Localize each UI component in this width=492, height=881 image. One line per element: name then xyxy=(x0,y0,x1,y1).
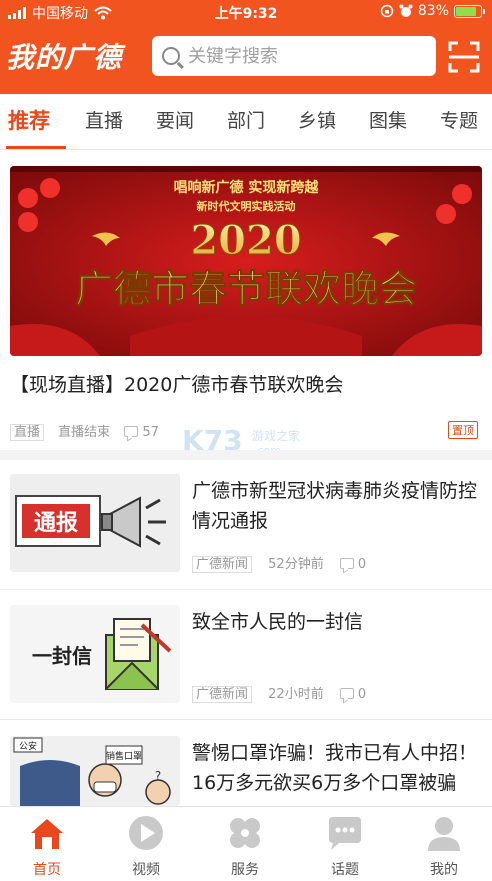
thumb-police-text: 公安 xyxy=(19,740,37,752)
svg-text:?: ? xyxy=(155,769,161,783)
tabbar-services[interactable]: 服务 xyxy=(205,813,285,879)
thumb-letter-text: 一封信 xyxy=(32,644,92,668)
tabbar-video[interactable]: 视频 xyxy=(106,813,186,879)
news-title-3[interactable]: 警惕口罩诈骗！我市已有人中招！16万多元欲买6万多个口罩被骗 xyxy=(192,738,482,806)
row-divider xyxy=(0,589,492,590)
clover-icon xyxy=(230,818,260,848)
chat-icon xyxy=(329,817,361,850)
news-thumbnail-notice[interactable]: 通报 xyxy=(10,474,180,572)
play-icon xyxy=(129,816,163,850)
tabbar-label: 服务 xyxy=(231,862,259,878)
news-comments: 0 xyxy=(357,557,367,572)
tabbar-label: 话题 xyxy=(331,862,359,878)
bottom-tab-bar: 首页 视频 服务 话题 我的 xyxy=(0,806,492,881)
active-tab-indicator xyxy=(6,146,66,149)
tabbar-label: 视频 xyxy=(132,862,160,878)
tabbar-home[interactable]: 首页 xyxy=(7,813,87,879)
search-icon xyxy=(162,47,180,65)
news-time: 52分钟前 xyxy=(268,557,324,572)
rotation-lock-icon xyxy=(380,4,394,18)
watermark-site: 游戏之家 xyxy=(252,428,300,443)
news-source: 广德新闻 xyxy=(192,686,253,703)
alarm-icon xyxy=(399,4,413,17)
tabbar-label: 我的 xyxy=(430,862,458,878)
user-icon xyxy=(428,817,460,851)
banner-title: 广德市春节联欢晚会 xyxy=(75,267,417,311)
tab-towns[interactable]: 乡镇 xyxy=(298,106,336,133)
featured-meta: 直播 直播结束 57 xyxy=(10,421,159,441)
home-icon xyxy=(31,819,63,849)
featured-title[interactable]: 【现场直播】2020广德市春节联欢晚会 xyxy=(10,370,343,397)
scan-icon[interactable] xyxy=(447,40,481,74)
banner-slogan: 唱响新广德 实现新跨越 xyxy=(174,179,320,196)
tab-recommend[interactable]: 推荐 xyxy=(8,105,50,135)
battery-percent: 83% xyxy=(417,3,449,19)
gala-banner-image: 唱响新广德 实现新跨越 新时代文明实践活动 2020 广德市春节联欢晚会 xyxy=(10,166,482,356)
live-tag: 直播 xyxy=(10,424,45,441)
tab-departments[interactable]: 部门 xyxy=(227,106,265,133)
tab-live[interactable]: 直播 xyxy=(85,106,123,133)
battery-icon xyxy=(454,4,485,18)
news-meta-2: 广德新闻 22小时前 0 xyxy=(192,683,367,703)
thumb-mask-text: 销售口罩 xyxy=(106,750,142,762)
news-comments-wrap: 0 xyxy=(339,557,367,572)
news-meta-1: 广德新闻 52分钟前 0 xyxy=(192,553,367,573)
tab-news[interactable]: 要闻 xyxy=(156,106,194,133)
section-divider xyxy=(0,450,492,460)
megaphone-notice-image: 通报 xyxy=(10,474,180,572)
news-time: 22小时前 xyxy=(268,687,324,702)
app-header: 中国移动 上午9:32 83% 我的广德 xyxy=(0,0,492,94)
status-right: 83% xyxy=(380,3,485,19)
thumb-notice-text: 通报 xyxy=(34,511,78,536)
news-thumbnail-mask-fraud[interactable]: 公安 销售口罩 ? xyxy=(10,736,180,806)
police-mask-image: 公安 销售口罩 ? xyxy=(10,736,180,806)
tab-topics[interactable]: 专题 xyxy=(440,106,478,133)
news-title-2[interactable]: 致全市人民的一封信 xyxy=(192,607,482,637)
comment-icon xyxy=(339,688,354,699)
featured-banner[interactable]: 唱响新广德 实现新跨越 新时代文明实践活动 2020 广德市春节联欢晚会 xyxy=(10,166,482,356)
tab-gallery[interactable]: 图集 xyxy=(369,106,407,133)
comment-count: 57 xyxy=(142,425,159,440)
news-comments-wrap: 0 xyxy=(339,687,367,702)
search-bar[interactable] xyxy=(152,36,436,76)
banner-subslogan: 新时代文明实践活动 xyxy=(197,199,296,213)
comment-count-wrap: 57 xyxy=(124,425,159,440)
news-thumbnail-letter[interactable]: 一封信 xyxy=(10,605,180,703)
live-status: 直播结束 xyxy=(58,425,111,440)
comment-icon xyxy=(124,426,139,437)
tabbar-topics[interactable]: 话题 xyxy=(305,813,385,879)
app-logo[interactable]: 我的广德 xyxy=(6,36,122,76)
tabbar-label: 首页 xyxy=(33,862,61,878)
news-comments: 0 xyxy=(357,687,367,702)
pinned-badge: 置顶 xyxy=(448,421,478,439)
comment-icon xyxy=(339,558,354,569)
status-bar: 中国移动 上午9:32 83% xyxy=(0,0,492,24)
news-source: 广德新闻 xyxy=(192,556,253,573)
news-title-1[interactable]: 广德市新型冠状病毒肺炎疫情防控情况通报 xyxy=(192,476,482,536)
row-divider xyxy=(0,719,492,720)
tabbar-profile[interactable]: 我的 xyxy=(404,813,484,879)
envelope-letter-image: 一封信 xyxy=(10,605,180,703)
banner-year: 2020 xyxy=(190,217,301,264)
search-input[interactable] xyxy=(188,45,428,67)
category-tabs: 推荐 直播 要闻 部门 乡镇 图集 专题 xyxy=(0,94,492,150)
